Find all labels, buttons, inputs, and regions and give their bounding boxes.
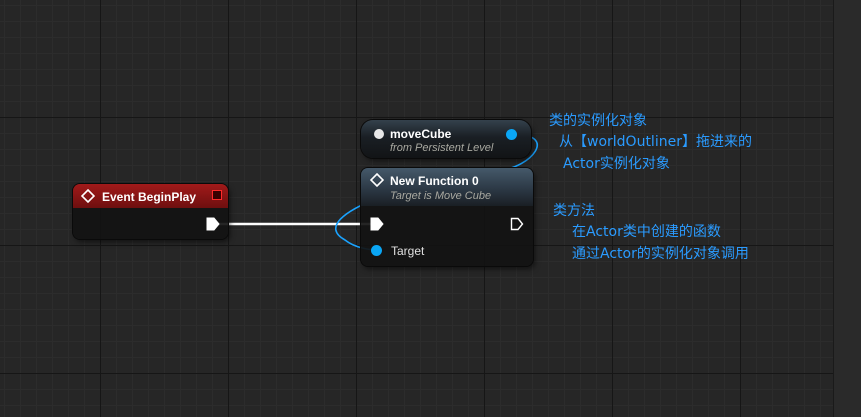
target-pin-label: Target: [391, 244, 425, 258]
new-function-node[interactable]: New Function 0 Target is Move Cube Targe…: [361, 168, 533, 266]
movecube-node[interactable]: moveCube from Persistent Level: [361, 120, 531, 158]
movecube-output-pin-icon[interactable]: [506, 129, 517, 140]
delegate-pin-icon[interactable]: [212, 190, 222, 200]
exec-out-pin-icon[interactable]: [206, 217, 220, 231]
exec-out-pin-icon[interactable]: [510, 217, 524, 231]
vertical-scrollbar[interactable]: [833, 0, 861, 417]
function-node-subtitle: Target is Move Cube: [390, 190, 492, 202]
annotation-actor-instance-line3: Actor实例化对象: [563, 156, 670, 172]
annotation-class-method-line2: 在Actor类中创建的函数: [572, 224, 721, 240]
event-node-title: Event BeginPlay: [102, 190, 197, 204]
function-node-header[interactable]: New Function 0 Target is Move Cube: [361, 168, 533, 206]
function-node-title: New Function 0: [390, 174, 479, 188]
event-node-header[interactable]: Event BeginPlay: [73, 184, 228, 208]
object-node-dot-icon: [374, 129, 384, 139]
exec-in-pin-icon[interactable]: [370, 217, 384, 231]
movecube-subtitle: from Persistent Level: [390, 142, 494, 154]
annotation-actor-instance-line2: 从【worldOutliner】拖进来的: [559, 134, 752, 150]
event-beginplay-node[interactable]: Event BeginPlay: [73, 184, 228, 239]
movecube-title: moveCube: [390, 127, 452, 141]
event-diamond-icon: [81, 189, 95, 203]
annotation-class-method-line1: 类方法: [553, 203, 595, 219]
function-diamond-icon: [370, 173, 384, 187]
annotation-actor-instance-line1: 类的实例化对象: [549, 113, 647, 129]
target-pin-icon[interactable]: [371, 245, 382, 256]
annotation-class-method-line3: 通过Actor的实例化对象调用: [572, 246, 749, 262]
